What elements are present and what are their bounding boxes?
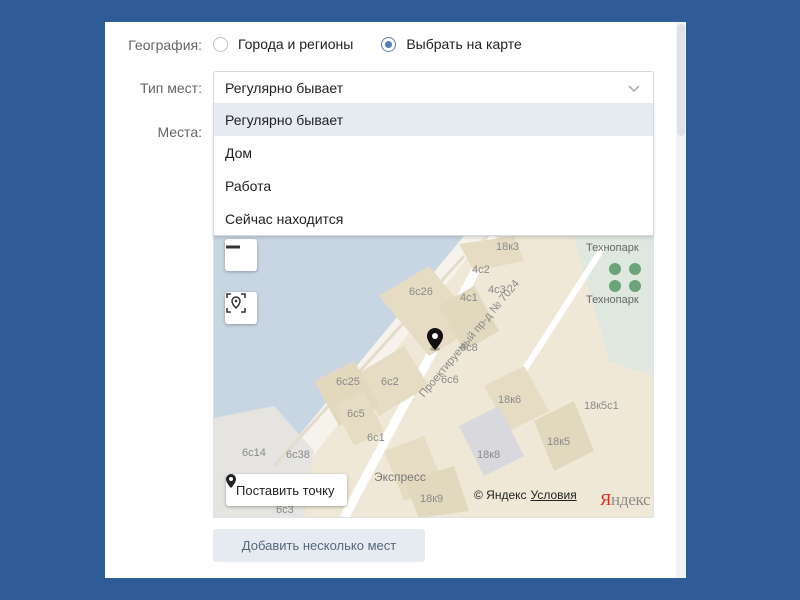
map-label: 4с1	[460, 292, 478, 304]
place-type-select-value: Регулярно бывает	[225, 79, 344, 96]
map-label: Технопарк	[586, 242, 639, 254]
place-type-select[interactable]: Регулярно бывает	[213, 71, 654, 104]
zoom-out-button[interactable]	[225, 239, 257, 271]
dropdown-option-work[interactable]: Работа	[214, 169, 653, 202]
places-label: Места:	[157, 124, 202, 140]
dropdown-option-now[interactable]: Сейчас находится	[214, 202, 653, 235]
map-label: 18к6	[498, 394, 522, 406]
copyright-text: © Яндекс	[474, 488, 527, 502]
map-view[interactable]: 18к3 Технопарк Технопарк 4с2 6с26 4с1 4с…	[213, 236, 654, 518]
yandex-logo[interactable]: Яндекс	[600, 490, 651, 510]
map-label: 6с2	[381, 376, 399, 388]
metro-icon	[609, 280, 621, 292]
dropdown-option-home[interactable]: Дом	[214, 136, 653, 169]
radio-choose-on-map[interactable]: Выбрать на карте	[381, 36, 522, 52]
logo-first-letter: Я	[600, 490, 612, 509]
map-label: 18к8	[477, 449, 501, 461]
radio-cities-regions-label: Города и регионы	[238, 36, 354, 52]
map-label: 18к5с1	[584, 400, 619, 412]
map-label: 6с6	[441, 374, 459, 386]
minus-icon	[226, 245, 240, 249]
map-label: 18к5	[547, 436, 571, 448]
pin-icon	[226, 474, 236, 488]
geolocation-icon	[226, 293, 246, 313]
map-label: 6с5	[347, 408, 365, 420]
radio-choose-on-map-label: Выбрать на карте	[406, 36, 522, 52]
map-label: 4с2	[472, 264, 490, 276]
side-road	[511, 244, 607, 388]
metro-icon	[609, 263, 621, 275]
radio-checked-icon	[381, 36, 397, 52]
map-copyright: © Яндекс Условия	[474, 488, 577, 502]
map-label: 6с26	[409, 286, 433, 298]
terms-link[interactable]: Условия	[531, 488, 577, 502]
map-label: Экспресс	[374, 470, 426, 484]
put-point-button[interactable]: Поставить точку	[226, 474, 348, 506]
scrollbar-thumb[interactable]	[677, 24, 685, 136]
geography-label: География:	[128, 37, 202, 53]
geography-radio-group: Города и регионы Выбрать на карте	[213, 36, 550, 52]
map-label: 18к9	[420, 493, 444, 505]
metro-icon	[629, 263, 641, 275]
dropdown-option-regularly[interactable]: Регулярно бывает	[214, 103, 653, 136]
chevron-down-icon	[628, 85, 640, 93]
map-label: 6с25	[336, 376, 360, 388]
put-point-label: Поставить точку	[236, 482, 335, 498]
metro-icon	[629, 280, 641, 292]
map-label: 6с38	[286, 449, 310, 461]
add-several-places-button[interactable]: Добавить несколько мест	[213, 529, 425, 562]
map-label: Технопарк	[586, 294, 639, 306]
map-label: 6с1	[367, 432, 385, 444]
map-label: 6с14	[242, 447, 266, 459]
radio-cities-regions[interactable]: Города и регионы	[213, 36, 353, 52]
logo-rest: ндекс	[611, 490, 651, 509]
park-area	[574, 236, 653, 376]
map-label: 18к3	[496, 241, 520, 253]
place-type-label: Тип мест:	[140, 80, 202, 96]
radio-unchecked-icon	[213, 36, 228, 52]
geolocation-button[interactable]	[225, 292, 257, 324]
place-type-dropdown: Регулярно бывает Дом Работа Сейчас наход…	[213, 103, 654, 236]
